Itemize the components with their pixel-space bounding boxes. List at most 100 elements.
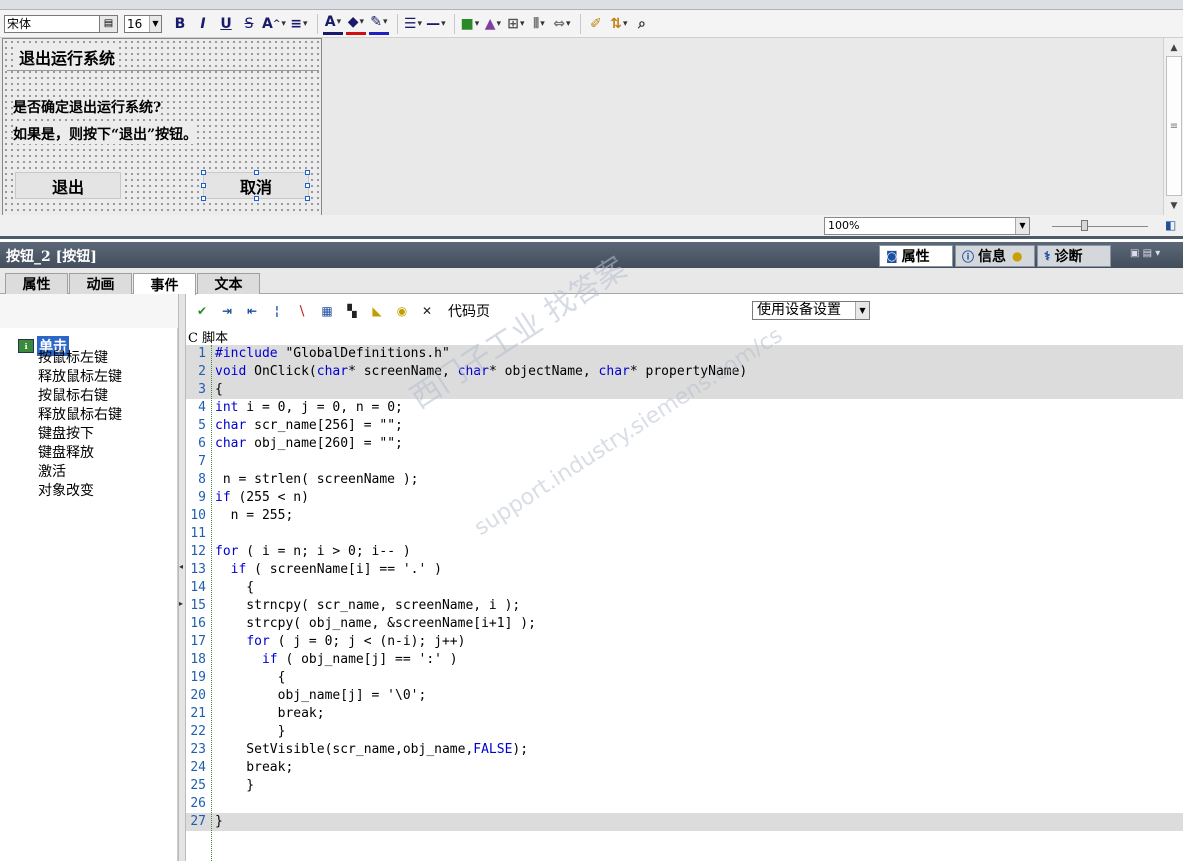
insert-tag-icon[interactable]: ◉ bbox=[392, 301, 412, 321]
code-line[interactable]: 3{ bbox=[186, 381, 1183, 399]
code-line[interactable]: 17 for ( j = 0; j < (n-i); j++) bbox=[186, 633, 1183, 651]
indent-icon[interactable]: ⇥ bbox=[217, 301, 237, 321]
scroll-down-icon[interactable]: ▼ bbox=[1166, 198, 1182, 214]
event-item[interactable]: 激活 bbox=[38, 461, 66, 481]
event-item[interactable]: 释放鼠标右键 bbox=[38, 404, 122, 424]
collapse-left-icon[interactable]: ◂ bbox=[179, 562, 185, 571]
font-dialog-button[interactable]: ▤ bbox=[100, 14, 118, 33]
gradient-icon[interactable]: ▲ bbox=[483, 13, 503, 35]
tab-info[interactable]: ⓘ 信息 ● bbox=[955, 245, 1035, 267]
code-line[interactable]: 16 strcpy( obj_name, &screenName[i+1] ); bbox=[186, 615, 1183, 633]
zoom-slider-track[interactable] bbox=[1052, 226, 1148, 227]
code-line[interactable]: 14 { bbox=[186, 579, 1183, 597]
panel-window-controls-icon[interactable]: ▣ ▤ ▾ bbox=[1130, 248, 1160, 259]
code-line[interactable]: 2 void OnClick(char* screenName, char* ob… bbox=[186, 363, 1183, 381]
code-line[interactable]: 21 break; bbox=[186, 705, 1183, 723]
event-item[interactable]: 对象改变 bbox=[38, 480, 94, 500]
insert-object-icon[interactable]: ◣ bbox=[367, 301, 387, 321]
code-line[interactable]: 15 strncpy( scr_name, screenName, i ); bbox=[186, 597, 1183, 615]
fill-color-icon[interactable]: ◆ bbox=[345, 13, 366, 35]
selection-handle[interactable] bbox=[305, 183, 310, 188]
code-line[interactable]: 19 { bbox=[186, 669, 1183, 687]
subtab-animations[interactable]: 动画 bbox=[69, 273, 132, 294]
selection-handle[interactable] bbox=[254, 170, 259, 175]
bold-icon[interactable]: B bbox=[170, 13, 190, 35]
arrange-icon[interactable]: ■ bbox=[460, 13, 480, 35]
layer-order-icon[interactable]: ⇅ bbox=[609, 13, 629, 35]
comment-icon[interactable]: ¦ bbox=[267, 301, 287, 321]
tab-diagnostics[interactable]: ⚕ 诊断 bbox=[1037, 245, 1111, 267]
event-item[interactable]: 键盘释放 bbox=[38, 442, 94, 462]
zoom-slider-thumb[interactable] bbox=[1081, 220, 1088, 231]
outdent-icon[interactable]: ⇤ bbox=[242, 301, 262, 321]
border-color-icon[interactable]: ✎ bbox=[368, 13, 389, 35]
code-line[interactable]: 13 if ( screenName[i] == '.' ) bbox=[186, 561, 1183, 579]
uncomment-icon[interactable]: ⧹ bbox=[292, 301, 312, 321]
code-editor[interactable]: 1 #include "GlobalDefinitions.h" 2 void OnC… bbox=[186, 345, 1183, 861]
italic-icon[interactable]: I bbox=[193, 13, 213, 35]
expand-right-icon[interactable]: ▸ bbox=[179, 599, 185, 608]
selection-handle[interactable] bbox=[201, 183, 206, 188]
selection-handle[interactable] bbox=[201, 170, 206, 175]
code-line[interactable]: 26 bbox=[186, 795, 1183, 813]
scroll-up-icon[interactable]: ▲ bbox=[1166, 40, 1182, 56]
code-line[interactable]: 10 n = 255; bbox=[186, 507, 1183, 525]
distribute-icon[interactable]: ⦀ bbox=[529, 13, 549, 35]
font-color-icon[interactable]: A bbox=[322, 13, 343, 35]
line-width-icon[interactable]: ☰ bbox=[403, 13, 423, 35]
event-item[interactable]: 释放鼠标左键 bbox=[38, 366, 122, 386]
code-line[interactable]: 27} bbox=[186, 813, 1183, 831]
zoom-select[interactable]: 100% ▼ bbox=[824, 217, 1030, 235]
function-list-icon[interactable]: ▦ bbox=[317, 301, 337, 321]
code-line[interactable]: 25 } bbox=[186, 777, 1183, 795]
cancel-button[interactable]: 取消 bbox=[203, 172, 309, 199]
chevron-down-icon: ▼ bbox=[855, 302, 869, 319]
subtab-properties[interactable]: 属性 bbox=[5, 273, 68, 294]
selection-handle[interactable] bbox=[305, 170, 310, 175]
line-style-icon[interactable]: — bbox=[426, 13, 446, 35]
exit-button[interactable]: 退出 bbox=[15, 172, 121, 199]
event-item[interactable]: 按鼠标右键 bbox=[38, 385, 108, 405]
code-text: { bbox=[215, 382, 223, 397]
selection-handle[interactable] bbox=[305, 196, 310, 201]
align-left-icon[interactable]: ≡ bbox=[289, 13, 309, 35]
event-item[interactable]: 键盘按下 bbox=[38, 423, 94, 443]
selection-handle[interactable] bbox=[201, 196, 206, 201]
font-grow-icon[interactable]: A ^ bbox=[262, 13, 286, 35]
font-name-input[interactable]: 宋体 bbox=[4, 14, 100, 33]
format-painter-icon[interactable]: ✐ bbox=[586, 13, 606, 35]
panel-splitter[interactable]: ◂ ▸ bbox=[178, 294, 186, 861]
code-line[interactable]: 11 bbox=[186, 525, 1183, 543]
code-line[interactable]: 23 SetVisible(scr_name,obj_name,FALSE); bbox=[186, 741, 1183, 759]
event-item[interactable]: 按鼠标左键 bbox=[38, 347, 108, 367]
check-syntax-icon[interactable]: ✔ bbox=[192, 301, 212, 321]
same-size-icon[interactable]: ⇔ bbox=[552, 13, 572, 35]
zoom-select-icon[interactable]: ⌕ bbox=[632, 13, 652, 35]
code-line[interactable]: 18 if ( obj_name[j] == ':' ) bbox=[186, 651, 1183, 669]
zoom-fit-icon[interactable]: ◧ bbox=[1165, 218, 1179, 232]
tab-properties[interactable]: ◙ 属性 bbox=[879, 245, 953, 267]
scrollbar-thumb[interactable]: ≡ bbox=[1166, 56, 1182, 196]
canvas-vertical-scrollbar[interactable]: ▲ ≡ ▼ bbox=[1163, 38, 1183, 215]
code-line[interactable]: 12 for ( i = n; i > 0; i-- ) bbox=[186, 543, 1183, 561]
code-line[interactable]: 24 break; bbox=[186, 759, 1183, 777]
underline-icon[interactable]: U bbox=[216, 13, 236, 35]
code-line[interactable]: 1 #include "GlobalDefinitions.h" bbox=[186, 345, 1183, 363]
code-line[interactable]: 8 n = strlen( screenName ); bbox=[186, 471, 1183, 489]
selection-handle[interactable] bbox=[254, 196, 259, 201]
code-line[interactable]: 9 if (255 < n) bbox=[186, 489, 1183, 507]
delete-icon[interactable]: ✕ bbox=[417, 301, 437, 321]
code-line[interactable]: 7 bbox=[186, 453, 1183, 471]
subtab-events[interactable]: 事件 bbox=[133, 273, 196, 295]
align-objects-icon[interactable]: ⊞ bbox=[506, 13, 526, 35]
tag-list-icon[interactable]: ▚ bbox=[342, 301, 362, 321]
code-line[interactable]: 20 obj_name[j] = '\0'; bbox=[186, 687, 1183, 705]
code-line[interactable]: 6 char obj_name[260] = ""; bbox=[186, 435, 1183, 453]
code-line[interactable]: 4 int i = 0, j = 0, n = 0; bbox=[186, 399, 1183, 417]
strikethrough-icon[interactable]: S bbox=[239, 13, 259, 35]
subtab-texts[interactable]: 文本 bbox=[197, 273, 260, 294]
code-line[interactable]: 5 char scr_name[256] = ""; bbox=[186, 417, 1183, 435]
font-size-select[interactable]: 16 ▼ bbox=[124, 14, 162, 33]
code-line[interactable]: 22 } bbox=[186, 723, 1183, 741]
codepage-select[interactable]: 使用设备设置 ▼ bbox=[752, 301, 870, 320]
